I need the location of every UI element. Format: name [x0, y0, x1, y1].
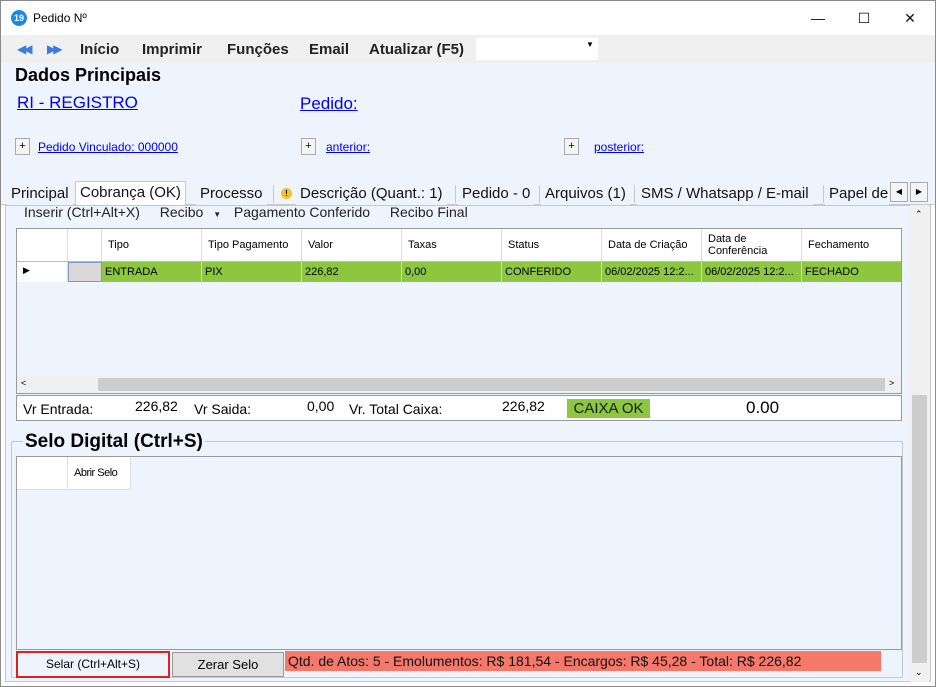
selo-title: Selo Digital (Ctrl+S): [23, 431, 205, 453]
chevron-down-icon[interactable]: ▼: [213, 210, 221, 219]
column-header-status[interactable]: Status: [502, 229, 602, 261]
expand-anterior-button[interactable]: +: [301, 138, 316, 155]
minimize-button[interactable]: —: [795, 1, 841, 35]
close-button[interactable]: ✕: [887, 1, 933, 35]
tab-processo[interactable]: Processo: [196, 183, 267, 205]
menu-imprimir[interactable]: Imprimir: [142, 41, 202, 58]
row-select-cell[interactable]: [68, 262, 102, 282]
cobranca-grid[interactable]: Tipo Tipo Pagamento Valor Taxas Status D…: [16, 228, 902, 394]
saida-value: 0,00: [307, 398, 335, 414]
row-header-cell: [17, 229, 68, 261]
recibo-button[interactable]: Recibo: [160, 204, 204, 220]
cobranca-toolbar: Inserir (Ctrl+Alt+X) Recibo ▼ Pagamento …: [24, 204, 468, 220]
grid-header: Tipo Tipo Pagamento Valor Taxas Status D…: [17, 229, 901, 262]
expand-vinculado-button[interactable]: +: [15, 138, 30, 155]
chevron-down-icon[interactable]: ▼: [586, 40, 594, 49]
tab-scroll-right-icon[interactable]: ▶: [910, 182, 928, 202]
column-header-tipo[interactable]: Tipo: [102, 229, 202, 261]
menu-bar: ◀◀ ▶▶ Início Imprimir Funções Email Atua…: [1, 35, 935, 63]
recibo-final-button[interactable]: Recibo Final: [390, 204, 468, 220]
pagamento-conferido-button[interactable]: Pagamento Conferido: [234, 204, 370, 220]
selo-summary: Qtd. de Atos: 5 - Emolumentos: R$ 181,54…: [285, 651, 881, 671]
row-pointer-icon: ▶: [23, 265, 30, 275]
scrollbar-thumb[interactable]: [912, 395, 927, 663]
back-arrow-icon[interactable]: ◀◀: [17, 42, 33, 56]
window-title: Pedido Nº: [33, 11, 87, 25]
app-icon: 19: [11, 10, 27, 26]
column-header-tipo-pagamento[interactable]: Tipo Pagamento: [202, 229, 302, 261]
vertical-scrollbar[interactable]: ⌃ ⌄: [910, 205, 929, 682]
column-header-abrir-selo[interactable]: Abrir Selo: [68, 457, 131, 489]
tab-papel[interactable]: Papel de: [825, 183, 889, 205]
column-header-data-criacao[interactable]: Data de Criação: [602, 229, 702, 261]
tab-separator: [455, 185, 456, 203]
menu-email[interactable]: Email: [309, 41, 349, 58]
tab-separator: [273, 185, 274, 203]
tab-separator: [823, 185, 824, 203]
pedido-link[interactable]: Pedido:: [300, 94, 358, 114]
registro-link[interactable]: RI - REGISTRO: [17, 93, 138, 113]
warning-icon: !: [281, 188, 292, 199]
zerar-selo-button[interactable]: Zerar Selo: [172, 652, 284, 677]
entrada-value: 226,82: [135, 398, 178, 414]
section-title: Dados Principais: [15, 65, 162, 85]
cell-data-conferencia[interactable]: 06/02/2025 12:2...: [702, 262, 802, 282]
tab-separator: [539, 185, 540, 203]
main-panel: Dados Principais RI - REGISTRO Pedido: +…: [1, 63, 935, 181]
cell-taxas[interactable]: 0,00: [402, 262, 502, 282]
row-header-cell: [17, 457, 68, 489]
tab-cobranca[interactable]: Cobrança (OK): [75, 181, 186, 206]
entrada-label: Vr Entrada:: [23, 401, 94, 417]
column-header-taxas[interactable]: Taxas: [402, 229, 502, 261]
tab-descricao[interactable]: Descrição (Quant.: 1): [296, 183, 447, 205]
expand-posterior-button[interactable]: +: [564, 138, 579, 155]
inserir-button[interactable]: Inserir (Ctrl+Alt+X): [24, 204, 140, 220]
tab-arquivos[interactable]: Arquivos (1): [541, 183, 630, 205]
tab-scroll-left-icon[interactable]: ◀: [890, 182, 908, 202]
scrollbar-thumb[interactable]: [98, 378, 885, 391]
tab-principal[interactable]: Principal: [7, 183, 73, 205]
cell-status[interactable]: CONFERIDO: [502, 262, 602, 282]
column-header-valor[interactable]: Valor: [302, 229, 402, 261]
tab-strip: Principal Cobrança (OK) Processo ! Descr…: [1, 181, 935, 206]
cell-tipo[interactable]: ENTRADA: [102, 262, 202, 282]
horizontal-scrollbar[interactable]: < >: [17, 376, 901, 393]
app-window: 19 Pedido Nº — ☐ ✕ ◀◀ ▶▶ Início Imprimir…: [0, 0, 936, 687]
selo-grid-header: Abrir Selo: [17, 457, 131, 490]
menu-inicio[interactable]: Início: [80, 41, 119, 58]
forward-arrow-icon[interactable]: ▶▶: [47, 42, 63, 56]
difference-value: 0.00: [746, 398, 780, 417]
scroll-right-icon[interactable]: >: [889, 378, 894, 388]
cell-fechamento[interactable]: FECHADO: [802, 262, 901, 282]
selo-grid[interactable]: Abrir Selo: [16, 456, 902, 650]
selar-button[interactable]: Selar (Ctrl+Alt+S): [16, 651, 170, 678]
cell-data-criacao[interactable]: 06/02/2025 12:2...: [602, 262, 702, 282]
cell-valor[interactable]: 226,82: [302, 262, 402, 282]
maximize-button[interactable]: ☐: [841, 1, 887, 35]
menu-atualizar[interactable]: Atualizar (F5): [369, 41, 464, 58]
menu-funcoes[interactable]: Funções: [227, 41, 289, 58]
total-label: Vr. Total Caixa:: [349, 401, 443, 417]
vinculado-link[interactable]: Pedido Vinculado: 000000: [38, 140, 178, 154]
scroll-left-icon[interactable]: <: [21, 378, 26, 388]
scroll-up-icon[interactable]: ⌃: [915, 209, 923, 220]
posterior-link[interactable]: posterior:: [594, 140, 644, 154]
scroll-down-icon[interactable]: ⌄: [915, 667, 923, 678]
row-header[interactable]: ▶: [17, 262, 68, 282]
column-header-fechamento[interactable]: Fechamento: [802, 229, 901, 261]
tab-pedido[interactable]: Pedido - 0: [458, 183, 535, 205]
cell-tipo-pagamento[interactable]: PIX: [202, 262, 302, 282]
anterior-link[interactable]: anterior:: [326, 140, 370, 154]
table-row[interactable]: ENTRADA PIX 226,82 0,00 CONFERIDO 06/02/…: [68, 262, 901, 282]
tab-sms[interactable]: SMS / Whatsapp / E-mail: [637, 183, 813, 205]
tab-separator: [634, 185, 635, 203]
totals-bar: Vr Entrada: 226,82 Vr Saida: 0,00 Vr. To…: [16, 395, 902, 421]
title-bar: 19 Pedido Nº — ☐ ✕: [1, 1, 935, 35]
select-column-header: [68, 229, 102, 261]
saida-label: Vr Saida:: [194, 401, 252, 417]
total-value: 226,82: [502, 398, 545, 414]
toolbar-combo[interactable]: [476, 38, 598, 60]
column-header-data-conferencia[interactable]: Data de Conferência: [702, 229, 802, 261]
caixa-status-badge: CAIXA OK: [567, 399, 650, 418]
